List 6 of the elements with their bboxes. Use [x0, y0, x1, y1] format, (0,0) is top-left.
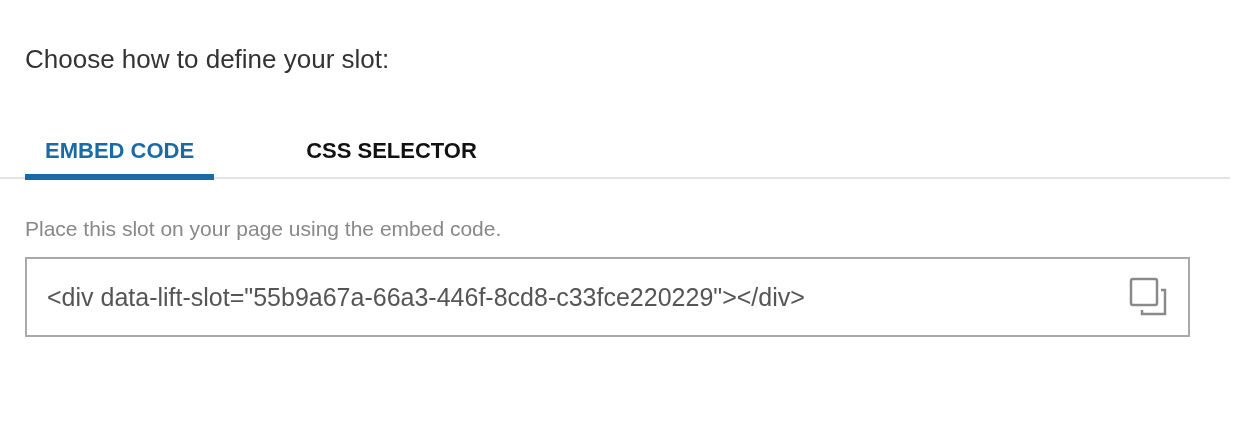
description: Place this slot on your page using the embed code.: [25, 217, 503, 241]
tab[interactable]: EMBED CODE: [25, 127, 215, 180]
tab[interactable]: CSS SELECTOR: [286, 127, 497, 180]
heading: Choose how to define your slot:: [25, 44, 391, 75]
embed-code-text: <div data-lift-slot="55b9a67a-66a3-446f-8cd8-c33fce220229"></div>: [47, 282, 806, 312]
embed-code-field[interactable]: <div data-lift-slot="55b9a67a-66a3-446f-8cd8-c33fce220229"></div>: [25, 257, 1190, 337]
